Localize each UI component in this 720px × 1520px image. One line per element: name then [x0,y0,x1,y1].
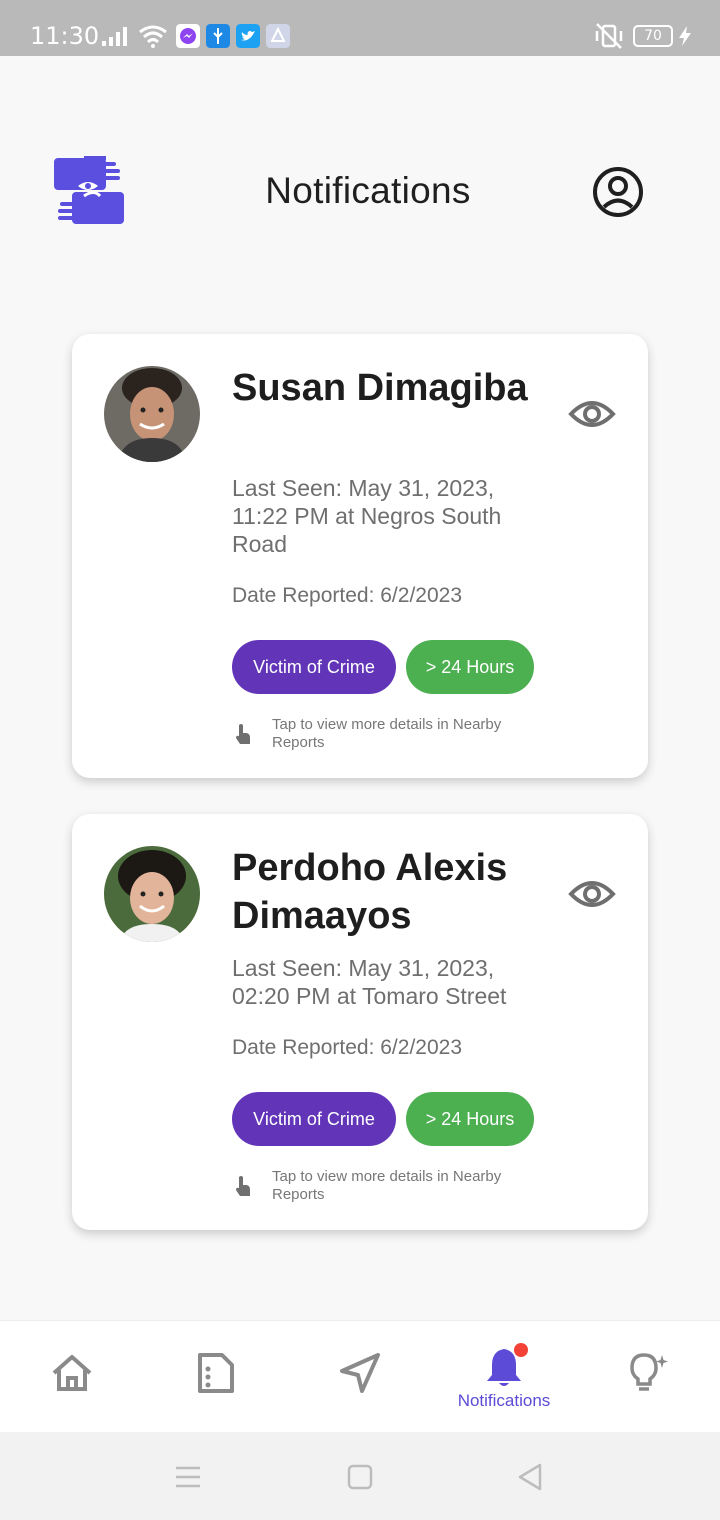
eye-icon[interactable] [568,874,616,914]
nav-tips[interactable] [576,1321,720,1433]
victim-of-crime-chip[interactable]: Victim of Crime [232,640,396,694]
wifi-icon [139,25,167,48]
system-navigation-bar [0,1432,720,1520]
person-name: Perdoho Alexis Dimaayos [232,847,508,937]
avatar [104,846,200,942]
eye-icon[interactable] [568,394,616,434]
tap-hint: Tap to view more details in Nearby Repor… [272,716,502,751]
victim-of-crime-chip[interactable]: Victim of Crime [232,1092,396,1146]
twitter-icon [236,24,260,48]
notification-card[interactable]: Perdoho Alexis Dimaayos Last Seen: May 3… [72,814,648,1230]
duration-chip[interactable]: > 24 Hours [406,1092,534,1146]
hand-pointer-icon [236,1176,250,1196]
nav-notifications-label: Notifications [457,1391,551,1410]
status-bar: 11:30 70 [0,0,720,56]
home-button-icon[interactable] [345,1462,375,1492]
battery-icon: 70 [633,25,673,47]
notification-card[interactable]: Susan Dimagiba Last Seen: May 31, 2023, … [72,334,648,778]
last-seen-text: Last Seen: May 31, 2023, 02:20 PM at Tom… [232,955,507,1009]
date-reported-text: Date Reported: 6/2/2023 [232,584,462,607]
usb-icon [206,24,230,48]
nav-send[interactable] [288,1321,432,1433]
hand-pointer-icon [236,724,250,744]
nav-reports[interactable] [144,1321,288,1433]
charging-icon [679,26,691,46]
document-icon [198,1353,234,1393]
app-icon [266,24,290,48]
nav-home[interactable] [0,1321,144,1433]
duration-chip[interactable]: > 24 Hours [406,640,534,694]
avatar [104,366,200,462]
menu-icon[interactable] [173,1462,203,1492]
back-icon[interactable] [516,1462,546,1492]
date-reported-text: Date Reported: 6/2/2023 [232,1036,462,1059]
notification-badge [514,1343,528,1357]
nav-notifications[interactable]: Notifications [432,1321,576,1433]
send-icon [340,1353,380,1393]
user-circle-icon[interactable] [592,166,644,218]
vibrate-off-icon [595,23,623,49]
tap-hint: Tap to view more details in Nearby Repor… [272,1168,502,1203]
lightbulb-icon [630,1353,668,1391]
home-icon [52,1355,92,1391]
signal-icon [102,27,127,46]
messenger-icon [176,24,200,48]
last-seen-text: Last Seen: May 31, 2023, 11:22 PM at Neg… [232,475,502,557]
bottom-navigation: Notifications [0,1320,720,1432]
status-time: 11:30 [30,22,100,50]
person-name: Susan Dimagiba [232,367,528,409]
